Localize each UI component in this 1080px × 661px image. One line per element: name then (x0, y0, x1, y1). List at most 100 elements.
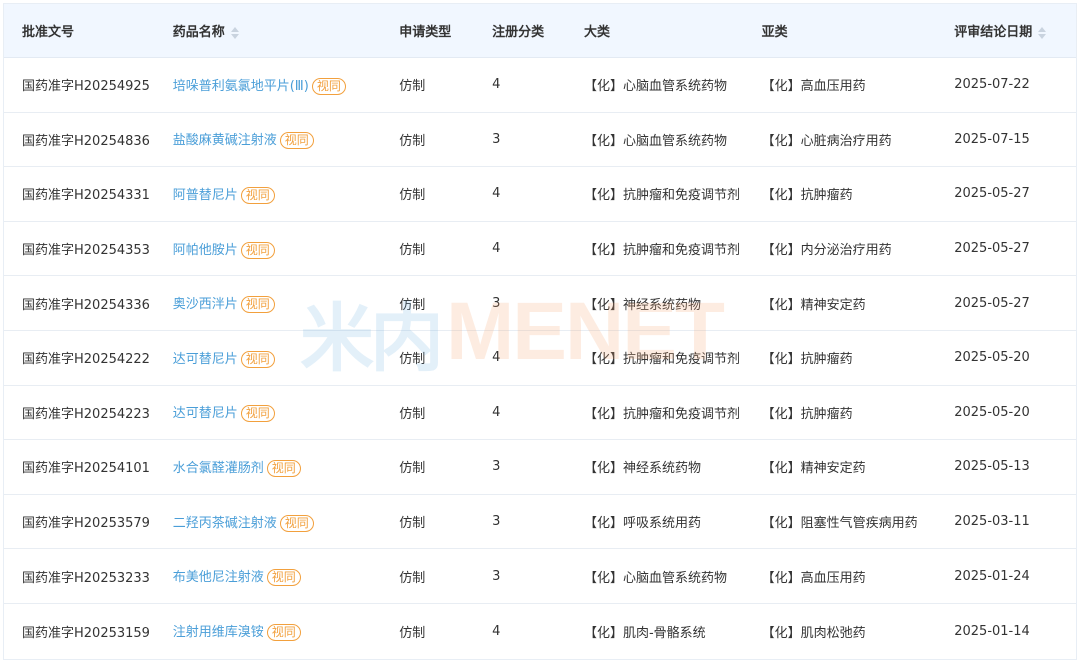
drug-name-cell: 培哚普利氨氯地平片(Ⅲ) 视同 (153, 75, 379, 95)
table-row: 国药准字H20254836 盐酸麻黄碱注射液 视同 仿制 3 【化】心脑血管系统药物 【化】… (4, 113, 1076, 168)
subcategory: 【化】高血压用药 (761, 570, 866, 586)
table-row: 国药准字H20254331 阿普替尼片 视同 仿制 4 【化】抗肿瘤和免疫调节剂 【化】抗肿… (4, 167, 1076, 222)
reg-class: 3 (492, 514, 501, 530)
equivalence-badge: 视同 (266, 569, 301, 587)
col-header-date[interactable]: 评审结论日期 (939, 21, 1076, 40)
apply-type: 仿制 (399, 188, 426, 204)
reg-class: 3 (492, 568, 501, 584)
subcategory: 【化】精神安定药 (761, 461, 866, 477)
subcategory: 【化】精神安定药 (761, 297, 866, 313)
sort-icon[interactable] (1038, 26, 1047, 39)
review-date: 2025-05-20 (954, 350, 1030, 366)
table-row: 国药准字H20254101 水合氯醛灌肠剂 视同 仿制 3 【化】神经系统药物 【化】精神安… (4, 440, 1076, 495)
drug-name-link[interactable]: 盐酸麻黄碱注射液 (173, 133, 277, 148)
drug-name-link[interactable]: 阿普替尼片 (173, 188, 238, 203)
category: 【化】呼吸系统用药 (583, 516, 701, 532)
col-header-category: 大类 (583, 25, 610, 40)
reg-class: 4 (492, 241, 501, 257)
drug-name-cell: 阿普替尼片 视同 (153, 184, 379, 204)
drug-name-cell: 达可替尼片 视同 (153, 402, 379, 423)
drug-approval-table: 批准文号 药品名称 申请类型 注册分类 大类 亚类 评审结论日期 国药准字H20… (3, 3, 1077, 660)
drug-name-cell: 阿帕他胺片 视同 (153, 239, 379, 259)
reg-class: 4 (492, 350, 501, 366)
category: 【化】心脑血管系统药物 (583, 570, 727, 586)
apply-type: 仿制 (399, 516, 426, 532)
review-date: 2025-05-27 (954, 295, 1030, 311)
drug-name-cell: 注射用维库溴铵 视同 (153, 621, 379, 642)
review-date: 2025-05-20 (954, 404, 1030, 420)
apply-type: 仿制 (399, 352, 426, 368)
table-row: 国药准字H20254336 奥沙西泮片 视同 仿制 3 【化】神经系统药物 【化】精神安定药… (4, 276, 1076, 331)
table-row: 国药准字H20253579 二羟丙茶碱注射液 视同 仿制 3 【化】呼吸系统用药 【化】阻塞… (4, 495, 1076, 550)
drug-name-link[interactable]: 阿帕他胺片 (173, 243, 238, 258)
drug-name-cell: 布美他尼注射液 视同 (153, 566, 379, 587)
drug-name-cell: 盐酸麻黄碱注射液 视同 (153, 129, 379, 150)
subcategory: 【化】高血压用药 (761, 79, 866, 95)
table-row: 国药准字H20253233 布美他尼注射液 视同 仿制 3 【化】心脑血管系统药物 【化】高… (4, 549, 1076, 604)
table-row: 国药准字H20254925 培哚普利氨氯地平片(Ⅲ) 视同 仿制 4 【化】心脑血管系统药… (4, 58, 1076, 113)
review-date: 2025-01-14 (954, 623, 1030, 639)
drug-name-link[interactable]: 布美他尼注射液 (173, 570, 264, 585)
category: 【化】神经系统药物 (583, 461, 701, 477)
equivalence-badge: 视同 (240, 296, 275, 314)
col-header-apply-type: 申请类型 (399, 25, 452, 40)
apply-type: 仿制 (399, 243, 426, 259)
equivalence-badge: 视同 (240, 350, 275, 368)
col-header-subcategory: 亚类 (761, 25, 788, 40)
category: 【化】心脑血管系统药物 (583, 79, 727, 95)
table-row: 国药准字H20253159 注射用维库溴铵 视同 仿制 4 【化】肌肉-骨骼系统 【化】肌肉… (4, 604, 1076, 659)
reg-class: 4 (492, 623, 501, 639)
drug-name-link[interactable]: 奥沙西泮片 (173, 297, 238, 312)
reg-class: 3 (492, 131, 501, 147)
drug-name-cell: 达可替尼片 视同 (153, 348, 379, 368)
drug-name-link[interactable]: 培哚普利氨氯地平片(Ⅲ) (173, 79, 309, 94)
reg-class: 4 (492, 186, 501, 202)
drug-name-link[interactable]: 达可替尼片 (173, 406, 238, 421)
drug-name-link[interactable]: 达可替尼片 (173, 352, 238, 367)
reg-class: 3 (492, 459, 501, 475)
table-row: 国药准字H20254223 达可替尼片 视同 仿制 4 【化】抗肿瘤和免疫调节剂 【化】抗肿… (4, 386, 1076, 441)
category: 【化】抗肿瘤和免疫调节剂 (583, 188, 740, 204)
col-header-approval: 批准文号 (22, 25, 75, 40)
apply-type: 仿制 (399, 461, 426, 477)
equivalence-badge: 视同 (266, 624, 301, 642)
category: 【化】抗肿瘤和免疫调节剂 (583, 352, 740, 368)
drug-name-cell: 二羟丙茶碱注射液 视同 (153, 512, 379, 532)
sort-icon[interactable] (230, 26, 239, 39)
table-row: 国药准字H20254222 达可替尼片 视同 仿制 4 【化】抗肿瘤和免疫调节剂 【化】抗肿… (4, 331, 1076, 386)
table-body: 国药准字H20254925 培哚普利氨氯地平片(Ⅲ) 视同 仿制 4 【化】心脑血管系统药… (4, 58, 1076, 659)
subcategory: 【化】心脏病治疗用药 (761, 133, 892, 149)
approval-number: 国药准字H20254353 (22, 243, 150, 259)
apply-type: 仿制 (399, 570, 426, 586)
reg-class: 4 (492, 77, 501, 93)
apply-type: 仿制 (399, 79, 426, 95)
approval-number: 国药准字H20254336 (22, 297, 150, 313)
category: 【化】神经系统药物 (583, 297, 701, 313)
apply-type: 仿制 (399, 297, 426, 313)
col-header-drug-name[interactable]: 药品名称 (153, 21, 379, 40)
category: 【化】抗肿瘤和免疫调节剂 (583, 243, 740, 259)
equivalence-badge: 视同 (240, 405, 275, 423)
subcategory: 【化】内分泌治疗用药 (761, 243, 892, 259)
subcategory: 【化】阻塞性气管疾病用药 (761, 516, 918, 532)
category: 【化】肌肉-骨骼系统 (583, 625, 706, 641)
category: 【化】心脑血管系统药物 (583, 133, 727, 149)
review-date: 2025-05-27 (954, 186, 1030, 202)
equivalence-badge: 视同 (240, 241, 275, 259)
approval-number: 国药准字H20254331 (22, 188, 150, 204)
equivalence-badge: 视同 (240, 186, 275, 204)
drug-name-cell: 奥沙西泮片 视同 (153, 293, 379, 314)
review-date: 2025-01-24 (954, 568, 1030, 584)
review-date: 2025-07-22 (954, 77, 1030, 93)
reg-class: 3 (492, 295, 501, 311)
approval-number: 国药准字H20254223 (22, 406, 150, 422)
drug-name-cell: 水合氯醛灌肠剂 视同 (153, 457, 379, 477)
reg-class: 4 (492, 404, 501, 420)
approval-number: 国药准字H20254101 (22, 461, 150, 477)
table-header: 批准文号 药品名称 申请类型 注册分类 大类 亚类 评审结论日期 (4, 4, 1076, 58)
drug-name-link[interactable]: 二羟丙茶碱注射液 (173, 516, 277, 531)
drug-name-link[interactable]: 注射用维库溴铵 (173, 625, 264, 640)
approval-number: 国药准字H20254222 (22, 352, 150, 368)
equivalence-badge: 视同 (279, 132, 314, 150)
drug-name-link[interactable]: 水合氯醛灌肠剂 (173, 461, 264, 476)
